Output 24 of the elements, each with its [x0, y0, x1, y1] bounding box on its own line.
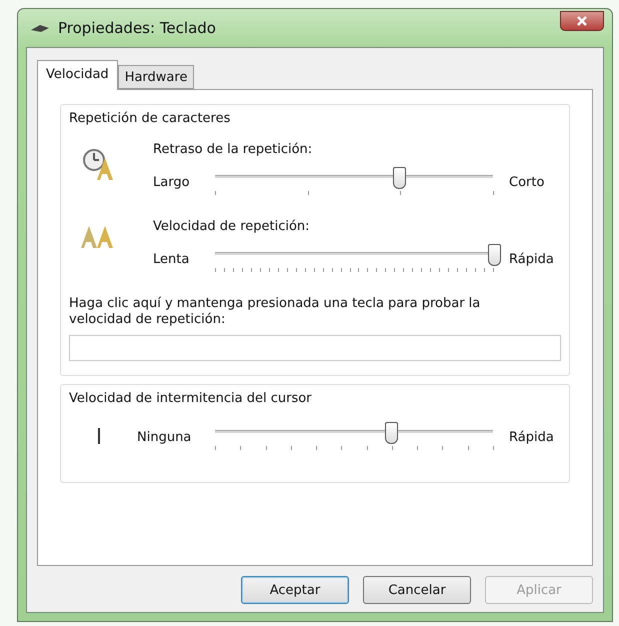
close-button[interactable]	[560, 11, 604, 31]
test-input-field[interactable]	[69, 335, 561, 362]
group-title: Velocidad de intermitencia del cursor	[69, 391, 313, 406]
instruction-text: Haga clic aquí y mantenga presionada una tecla para probar la velocidad de repetición:	[69, 296, 482, 328]
slider-min-label: Lenta	[153, 252, 190, 266]
window-title: Propiedades: Teclado	[58, 19, 217, 37]
slider-max-label: Rápida	[509, 252, 555, 266]
dialog-button[interactable]: Aceptar	[241, 576, 349, 604]
slider-min-label: Largo	[153, 174, 191, 190]
tab[interactable]: Hardware	[118, 65, 194, 89]
slider-thumb[interactable]	[488, 244, 501, 266]
slider-min-label: Ninguna	[137, 430, 192, 445]
slider-label: Retraso de la repetición:	[153, 142, 314, 157]
slider-max-label: Rápida	[509, 430, 555, 445]
slider-thumb[interactable]	[393, 167, 406, 189]
tab[interactable]: Velocidad	[37, 60, 118, 90]
slider-thumb[interactable]	[385, 422, 398, 444]
close-icon	[576, 16, 588, 26]
dialog-button[interactable]: Cancelar	[363, 576, 471, 604]
group-title: Repetición de caracteres	[69, 111, 232, 126]
slider-label: Velocidad de repetición:	[153, 219, 311, 234]
keyboard-icon	[30, 23, 50, 33]
text-cursor-icon	[97, 428, 101, 444]
slider-max-label: Corto	[509, 174, 546, 190]
